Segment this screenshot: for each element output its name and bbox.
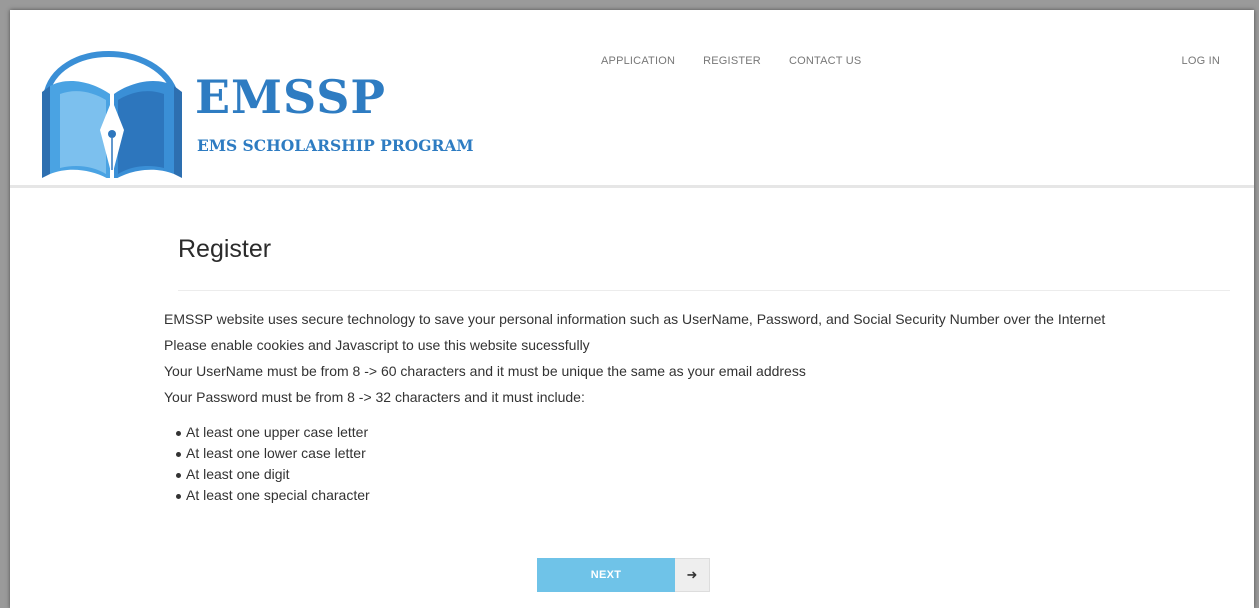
page-title: Register [178, 235, 1230, 291]
register-instructions: EMSSP website uses secure technology to … [164, 311, 1230, 406]
security-notice: EMSSP website uses secure technology to … [164, 311, 1106, 327]
list-item: At least one digit [176, 464, 1230, 485]
password-rules: Your Password must be from 8 -> 32 chara… [164, 389, 585, 405]
site-header: EMSSP EMS SCHOLARSHIP PROGRAM APPLICATIO… [10, 10, 1254, 188]
site-logo[interactable]: EMSSP EMS SCHOLARSHIP PROGRAM [38, 38, 488, 178]
cookies-notice: Please enable cookies and Javascript to … [164, 337, 590, 353]
nav-item-register[interactable]: REGISTER [703, 55, 761, 67]
nav-item-application[interactable]: APPLICATION [601, 55, 675, 67]
main-nav: APPLICATION REGISTER CONTACT US [601, 55, 861, 67]
browser-page: EMSSP EMS SCHOLARSHIP PROGRAM APPLICATIO… [10, 10, 1254, 608]
brand-subtitle: EMS SCHOLARSHIP PROGRAM [197, 136, 474, 155]
brand-title: EMSSP [195, 70, 386, 124]
list-item: At least one upper case letter [176, 422, 1230, 443]
list-item: At least one special character [176, 485, 1230, 506]
arrow-right-icon[interactable]: ➜ [675, 558, 710, 592]
nav-item-contact-us[interactable]: CONTACT US [789, 55, 862, 67]
password-requirements-list: At least one upper case letter At least … [176, 422, 1230, 506]
username-rules: Your UserName must be from 8 -> 60 chara… [164, 363, 806, 379]
open-book-logo-icon [42, 51, 182, 178]
next-button-group: NEXT ➜ [537, 558, 710, 592]
list-item: At least one lower case letter [176, 443, 1230, 464]
next-button[interactable]: NEXT [537, 558, 675, 592]
login-link[interactable]: LOG IN [1182, 55, 1221, 67]
register-content: Register EMSSP website uses secure techn… [164, 235, 1230, 506]
